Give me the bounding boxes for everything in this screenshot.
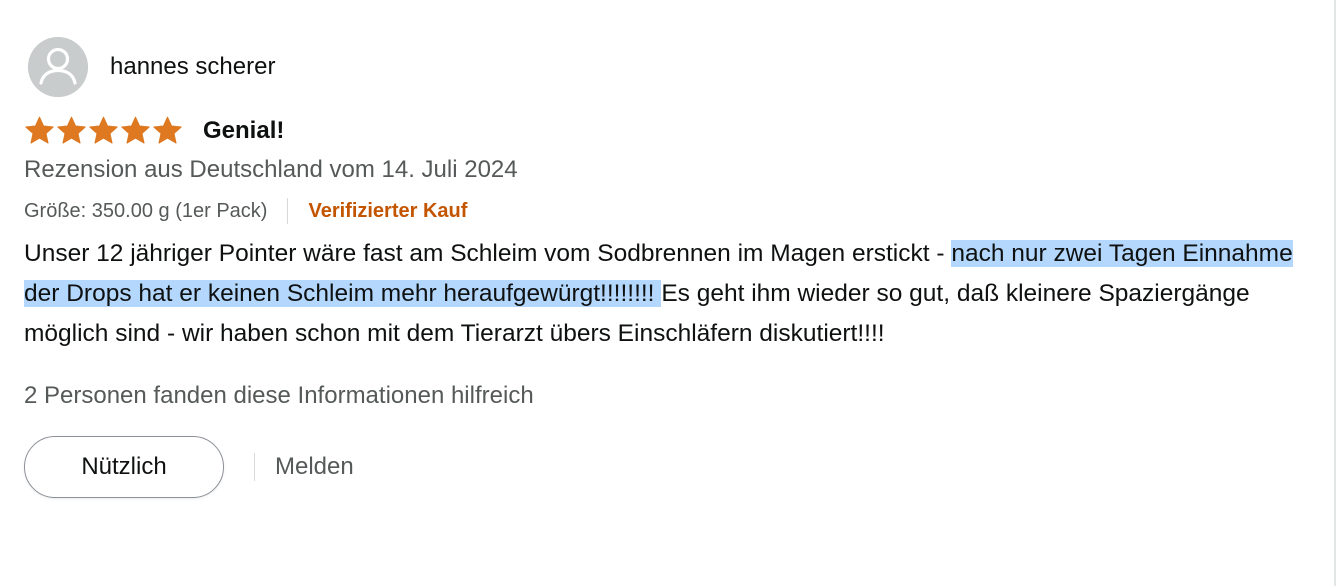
review-body: Unser 12 jähriger Pointer wäre fast am S… [24,234,1320,354]
star-filled-icon [88,116,119,146]
verified-purchase-badge: Verifizierter Kauf [308,199,468,222]
star-filled-icon [152,116,183,146]
format-divider [287,198,289,224]
review-title[interactable]: Genial! [203,117,284,145]
reviewer-name[interactable]: hannes scherer [110,53,275,81]
review-date: Rezension aus Deutschland vom 14. Juli 2… [24,156,518,183]
review-body-text: Unser 12 jähriger Pointer wäre fast am S… [24,240,952,267]
star-filled-icon [56,116,87,146]
star-filled-icon [120,116,151,146]
report-link[interactable]: Melden [275,453,354,481]
star-filled-icon [24,116,55,146]
customer-review: hannes scherer Genial! Rezension aus Deu… [24,36,1320,498]
review-format-strip: Größe: 350.00 g (1er Pack) Verifizierter… [24,196,1320,226]
star-rating[interactable] [24,116,183,146]
reviewer-profile[interactable]: hannes scherer [24,36,1320,98]
helpful-vote-statement: 2 Personen fanden diese Informationen hi… [24,382,534,409]
review-actions: Nützlich Melden [24,436,1320,498]
user-silhouette-icon [28,37,88,97]
action-divider [254,453,255,481]
helpful-button[interactable]: Nützlich [24,436,224,498]
review-title-row: Genial! [24,114,1320,148]
product-variant[interactable]: Größe: 350.00 g (1er Pack) [24,200,267,223]
